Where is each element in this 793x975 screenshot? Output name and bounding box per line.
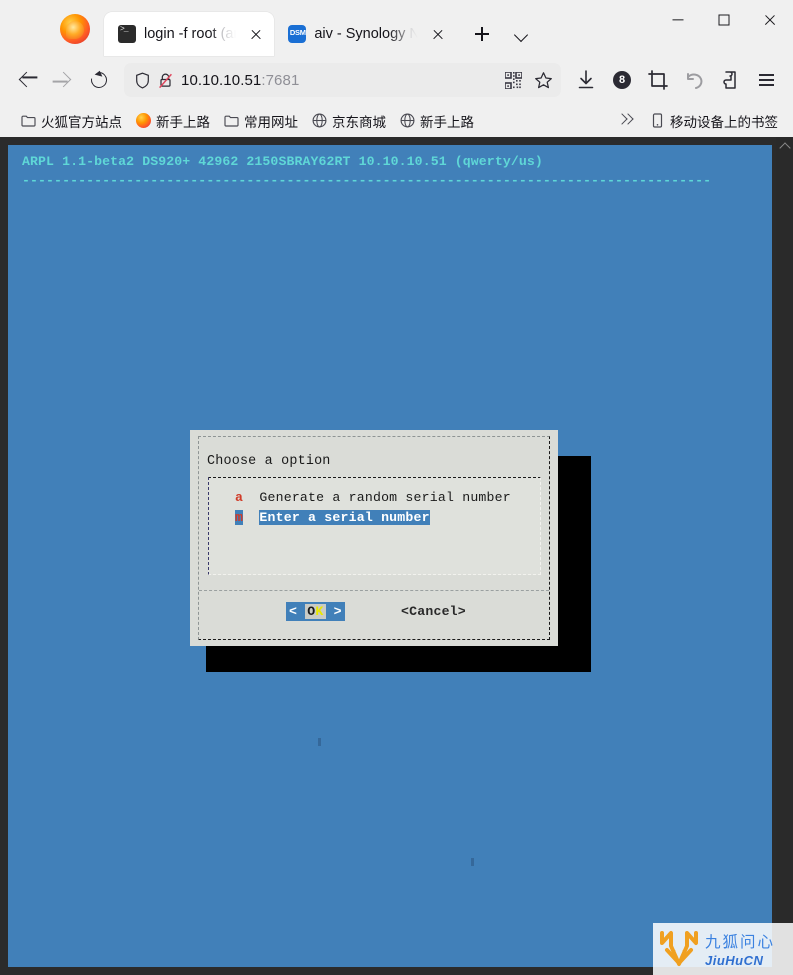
folder-icon [21,113,36,128]
terminal-frame: ARPL 1.1-beta2 DS920+ 42962 2150SBRAY62R… [0,137,776,975]
page-scrollbar[interactable] [776,137,793,975]
maximize-button[interactable] [701,0,747,40]
bookmarks-toolbar: 火狐官方站点 新手上路 常用网址 京东商城 新手上路 移动设备上的书签 [0,104,793,137]
page-content: ARPL 1.1-beta2 DS920+ 42962 2150SBRAY62R… [0,137,793,975]
globe-icon [400,113,415,128]
lock-crossed-out-icon[interactable] [158,72,173,89]
option-label: Enter a serial number [259,510,430,525]
shield-icon[interactable] [135,72,150,89]
minimize-icon [672,19,684,21]
window-controls [655,0,793,56]
dialog-button-row: < OK > <Cancel> [190,602,558,624]
bookmark-item-3[interactable]: 京东商城 [305,108,393,134]
cancel-button[interactable]: <Cancel> [398,602,469,621]
downloads-button[interactable] [569,63,603,97]
dialog-separator [199,590,549,591]
folder-icon [224,113,239,128]
tab-synology[interactable]: aiv - Synology N [274,12,456,56]
terminal-artifact [471,858,474,866]
tab-list-button[interactable] [506,18,538,50]
undo-button[interactable] [677,63,711,97]
terminal-artifact [318,738,321,746]
watermark-cn: 九狐问心 [705,934,776,951]
close-window-button[interactable] [747,0,793,40]
chevron-down-icon [513,27,528,43]
mobile-bookmarks-label: 移动设备上的书签 [670,114,778,130]
firefox-logo-icon [60,14,90,44]
tab-synology-title: aiv - Synology N [314,26,420,42]
browser-window: login -f root (ar aiv - Synology N [0,0,793,975]
mobile-device-icon [650,113,665,128]
bookmark-label: 火狐官方站点 [41,114,122,130]
terminal-screen[interactable]: ARPL 1.1-beta2 DS920+ 42962 2150SBRAY62R… [8,145,772,967]
terminal-separator-line: ----------------------------------------… [22,173,712,188]
star-icon[interactable] [534,71,553,90]
option-generate-random-serial[interactable]: a Generate a random serial number [235,490,511,505]
option-enter-serial[interactable]: m Enter a serial number [235,510,430,525]
minimize-button[interactable] [655,0,701,40]
bookmark-label: 京东商城 [332,114,386,130]
dialog-title: Choose a option [207,454,331,469]
back-button[interactable] [10,63,44,97]
fox-m-logo-icon [659,930,699,968]
bookmark-item-4[interactable]: 新手上路 [393,108,481,134]
account-counter-button[interactable]: 8 [605,63,639,97]
chevron-up-icon[interactable] [776,137,793,154]
watermark-text: 九狐问心 JiuHuCN [705,930,775,968]
screenshot-button[interactable] [641,63,675,97]
ok-label: OK [305,604,326,619]
close-icon[interactable] [428,24,448,44]
maximize-icon [718,14,730,26]
qr-code-icon[interactable] [504,70,523,90]
close-icon [764,14,777,27]
reload-button[interactable] [82,63,116,97]
bookmark-item-1[interactable]: 新手上路 [129,108,217,134]
address-bar[interactable]: 10.10.10.51:7681 [124,63,561,97]
dsm-icon [288,25,307,43]
terminal-header-line: ARPL 1.1-beta2 DS920+ 42962 2150SBRAY62R… [22,154,543,169]
bookmark-label: 新手上路 [156,114,210,130]
counter-badge: 8 [613,71,631,89]
ok-left-bracket: < [289,604,298,619]
extensions-button[interactable] [713,63,747,97]
app-menu-button[interactable] [749,63,783,97]
forward-button[interactable] [46,63,80,97]
bookmark-label: 常用网址 [244,114,298,130]
ok-right-bracket: > [333,604,342,619]
option-key: m [235,510,244,525]
bookmarks-overflow-button[interactable] [609,107,643,135]
arrow-left-icon [18,71,35,88]
arrow-right-icon [55,71,72,88]
bookmark-item-2[interactable]: 常用网址 [217,108,305,134]
watermark-en: JiuHuCN [705,953,764,968]
bookmark-item-0[interactable]: 火狐官方站点 [14,108,129,134]
tab-strip: login -f root (ar aiv - Synology N [0,0,793,56]
globe-icon [312,113,327,128]
firefox-icon [136,113,151,128]
choose-option-dialog[interactable]: Choose a option a Generate a random seri… [190,430,558,646]
option-key: a [235,490,244,505]
ok-button[interactable]: < OK > [286,602,345,621]
options-listbox[interactable]: a Generate a random serial number m Ente… [208,477,541,575]
tab-terminal-title: login -f root (ar [144,26,239,42]
terminal-icon [118,25,136,43]
hamburger-menu-icon [759,74,774,86]
reload-icon [87,68,111,92]
close-icon[interactable] [246,24,266,44]
tab-terminal[interactable]: login -f root (ar [104,12,275,56]
watermark: 九狐问心 JiuHuCN [653,923,793,975]
mobile-bookmarks-item[interactable]: 移动设备上的书签 [643,108,785,134]
url-text: 10.10.10.51:7681 [181,71,300,89]
navigation-toolbar: 10.10.10.51:7681 8 [0,56,793,104]
new-tab-button[interactable] [466,18,498,50]
option-label: Generate a random serial number [259,490,511,505]
bookmark-label: 新手上路 [420,114,474,130]
